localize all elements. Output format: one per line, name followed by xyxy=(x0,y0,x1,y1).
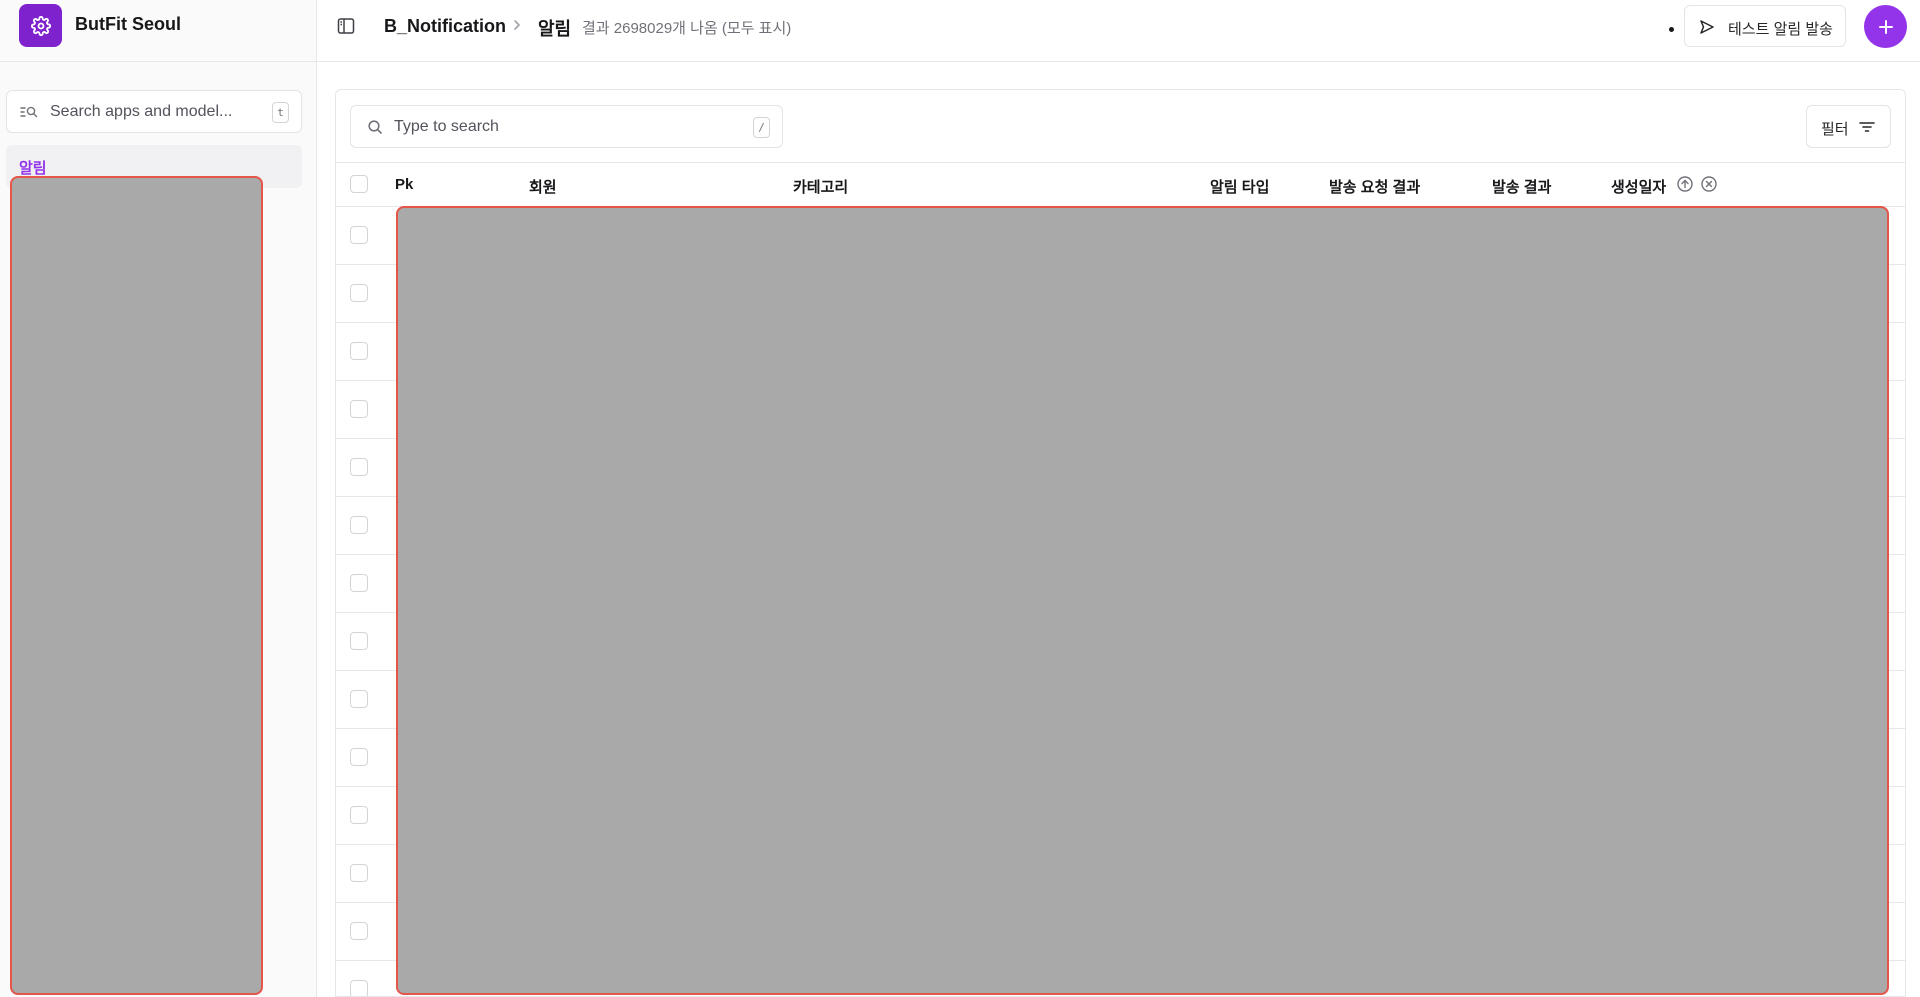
row-checkbox[interactable] xyxy=(350,922,368,940)
send-test-notification-button[interactable]: 테스트 알림 발송 xyxy=(1684,5,1846,47)
filter-button[interactable]: 필터 xyxy=(1806,105,1891,148)
row-checkbox[interactable] xyxy=(350,748,368,766)
sort-ascending-icon[interactable] xyxy=(1676,175,1694,193)
sidebar-item-label: 알림 xyxy=(19,160,47,177)
row-checkbox[interactable] xyxy=(350,690,368,708)
gear-icon xyxy=(30,15,51,36)
clear-sort-icon[interactable] xyxy=(1700,175,1718,193)
add-button[interactable] xyxy=(1864,5,1907,48)
breadcrumb-model: 알림 xyxy=(538,19,572,39)
brand-logo[interactable] xyxy=(19,4,62,47)
search-icon xyxy=(368,120,382,134)
redacted-table-content xyxy=(396,206,1889,995)
top-bar: B_Notification 알림 결과 2698029개 나옴 (모두 표시)… xyxy=(317,0,1920,62)
row-checkbox[interactable] xyxy=(350,400,368,418)
sidebar-search-placeholder: Search apps and model... xyxy=(50,103,233,120)
row-checkbox[interactable] xyxy=(350,632,368,650)
column-header-send-request-result[interactable]: 발송 요청 결과 xyxy=(1329,176,1420,197)
row-checkbox[interactable] xyxy=(350,226,368,244)
send-test-notification-label: 테스트 알림 발송 xyxy=(1728,21,1833,38)
table-search-shortcut: / xyxy=(753,117,770,138)
sidebar: ButFit Seoul Search apps and model... t … xyxy=(0,0,317,997)
row-checkbox[interactable] xyxy=(350,458,368,476)
chevron-right-icon xyxy=(514,20,520,30)
column-header-category[interactable]: 카테고리 xyxy=(793,176,848,197)
breadcrumb-app[interactable]: B_Notification xyxy=(384,16,506,37)
filter-icon xyxy=(1859,122,1875,132)
plus-icon xyxy=(1878,19,1893,34)
row-checkbox[interactable] xyxy=(350,516,368,534)
brand-name: ButFit Seoul xyxy=(75,14,181,34)
column-header-send-result[interactable]: 발송 결과 xyxy=(1492,176,1551,197)
row-checkbox[interactable] xyxy=(350,342,368,360)
table-toolbar: Type to search / 필터 xyxy=(336,90,1905,163)
table-header: Pk 회원 카테고리 알림 타입 발송 요청 결과 발송 결과 생성일자 xyxy=(336,163,1905,207)
search-list-icon xyxy=(20,106,38,118)
column-header-created-at[interactable]: 생성일자 xyxy=(1611,176,1666,197)
table-search-input[interactable]: Type to search / xyxy=(350,105,783,148)
filter-label: 필터 xyxy=(1821,121,1849,138)
sort-controls xyxy=(1676,175,1718,193)
row-checkbox[interactable] xyxy=(350,574,368,592)
sidebar-search-input[interactable]: Search apps and model... t xyxy=(6,90,302,133)
brand-header: ButFit Seoul xyxy=(0,0,316,62)
result-count: 결과 2698029개 나옴 (모두 표시) xyxy=(582,20,792,37)
row-checkbox[interactable] xyxy=(350,806,368,824)
column-header-member[interactable]: 회원 xyxy=(529,176,557,197)
status-dot xyxy=(1669,27,1674,32)
row-checkbox[interactable] xyxy=(350,864,368,882)
table-search-placeholder: Type to search xyxy=(394,118,499,135)
send-icon xyxy=(1700,20,1714,34)
sidebar-toggle-icon[interactable] xyxy=(337,17,355,35)
row-checkbox[interactable] xyxy=(350,980,368,996)
row-checkbox[interactable] xyxy=(350,284,368,302)
redacted-sidebar-area xyxy=(10,176,263,995)
column-header-notification-type[interactable]: 알림 타입 xyxy=(1210,176,1269,197)
column-header-pk[interactable]: Pk xyxy=(395,176,413,193)
select-all-checkbox[interactable] xyxy=(350,175,368,193)
sidebar-search-shortcut: t xyxy=(272,102,289,123)
